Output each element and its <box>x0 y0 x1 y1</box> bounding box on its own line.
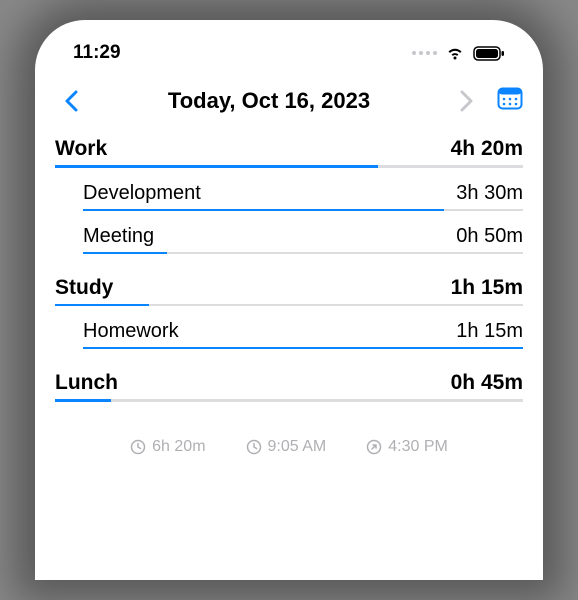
subcategory-header: Homework 1h 15m <box>83 320 523 347</box>
subcategory-header: Development 3h 30m <box>83 182 523 209</box>
clock-icon <box>130 439 146 455</box>
summary-start: 9:05 AM <box>246 438 327 456</box>
chevron-right-icon <box>460 90 474 112</box>
chevron-left-icon <box>64 90 78 112</box>
category-time: 1h 15m <box>451 276 523 300</box>
category-name: Study <box>55 276 113 300</box>
clock-icon <box>246 439 262 455</box>
status-right <box>412 46 505 61</box>
subcategory-bar-fill <box>83 252 167 254</box>
summary-bar: 6h 20m 9:05 AM 4:30 PM <box>55 424 523 462</box>
subcategory-row[interactable]: Meeting 0h 50m <box>55 225 523 254</box>
back-button[interactable] <box>55 90 87 112</box>
category-block[interactable]: Study 1h 15m Homework 1h 15m <box>55 276 523 350</box>
summary-start-text: 9:05 AM <box>268 438 327 456</box>
category-time: 0h 45m <box>451 371 523 395</box>
summary-total: 6h 20m <box>130 438 205 456</box>
phone-frame: 11:29 Today, Oct 16, 2023 Work <box>35 20 543 580</box>
category-bar-fill <box>55 399 111 402</box>
category-header: Work 4h 20m <box>55 137 523 165</box>
category-bar <box>55 304 523 307</box>
subcategory-bar <box>83 252 523 254</box>
calendar-icon <box>497 86 523 110</box>
category-block[interactable]: Lunch 0h 45m <box>55 371 523 402</box>
cellular-dots-icon <box>412 51 437 55</box>
subcategory-time: 3h 30m <box>456 182 523 205</box>
category-block[interactable]: Work 4h 20m Development 3h 30m Meeting 0… <box>55 137 523 254</box>
category-header: Study 1h 15m <box>55 276 523 304</box>
subcategory-bar-fill <box>83 347 523 349</box>
subcategory-row[interactable]: Homework 1h 15m <box>55 320 523 349</box>
status-time: 11:29 <box>73 42 121 64</box>
category-time: 4h 20m <box>451 137 523 161</box>
subcategory-time: 0h 50m <box>456 225 523 248</box>
status-bar: 11:29 <box>35 20 543 76</box>
battery-icon <box>473 46 505 61</box>
subcategory-name: Development <box>83 182 201 205</box>
summary-total-text: 6h 20m <box>152 438 205 456</box>
category-bar-fill <box>55 165 378 168</box>
subcategory-time: 1h 15m <box>456 320 523 343</box>
summary-end: 4:30 PM <box>366 438 448 456</box>
subcategory-bar <box>83 209 523 211</box>
subcategory-name: Homework <box>83 320 179 343</box>
category-bar <box>55 165 523 168</box>
content: Work 4h 20m Development 3h 30m Meeting 0… <box>35 137 543 580</box>
category-header: Lunch 0h 45m <box>55 371 523 399</box>
category-bar <box>55 399 523 402</box>
forward-button[interactable] <box>451 90 483 112</box>
category-name: Lunch <box>55 371 118 395</box>
wifi-icon <box>445 46 465 61</box>
subcategory-row[interactable]: Development 3h 30m <box>55 182 523 211</box>
calendar-button[interactable] <box>497 86 523 115</box>
category-name: Work <box>55 137 107 161</box>
subcategory-bar-fill <box>83 209 444 211</box>
subcategory-header: Meeting 0h 50m <box>83 225 523 252</box>
subcategory-name: Meeting <box>83 225 154 248</box>
nav-right <box>451 86 523 115</box>
arrow-out-icon <box>366 439 382 455</box>
nav-bar: Today, Oct 16, 2023 <box>35 76 543 137</box>
subcategory-bar <box>83 347 523 349</box>
category-bar-fill <box>55 304 149 307</box>
summary-end-text: 4:30 PM <box>388 438 448 456</box>
page-title: Today, Oct 16, 2023 <box>87 88 451 114</box>
